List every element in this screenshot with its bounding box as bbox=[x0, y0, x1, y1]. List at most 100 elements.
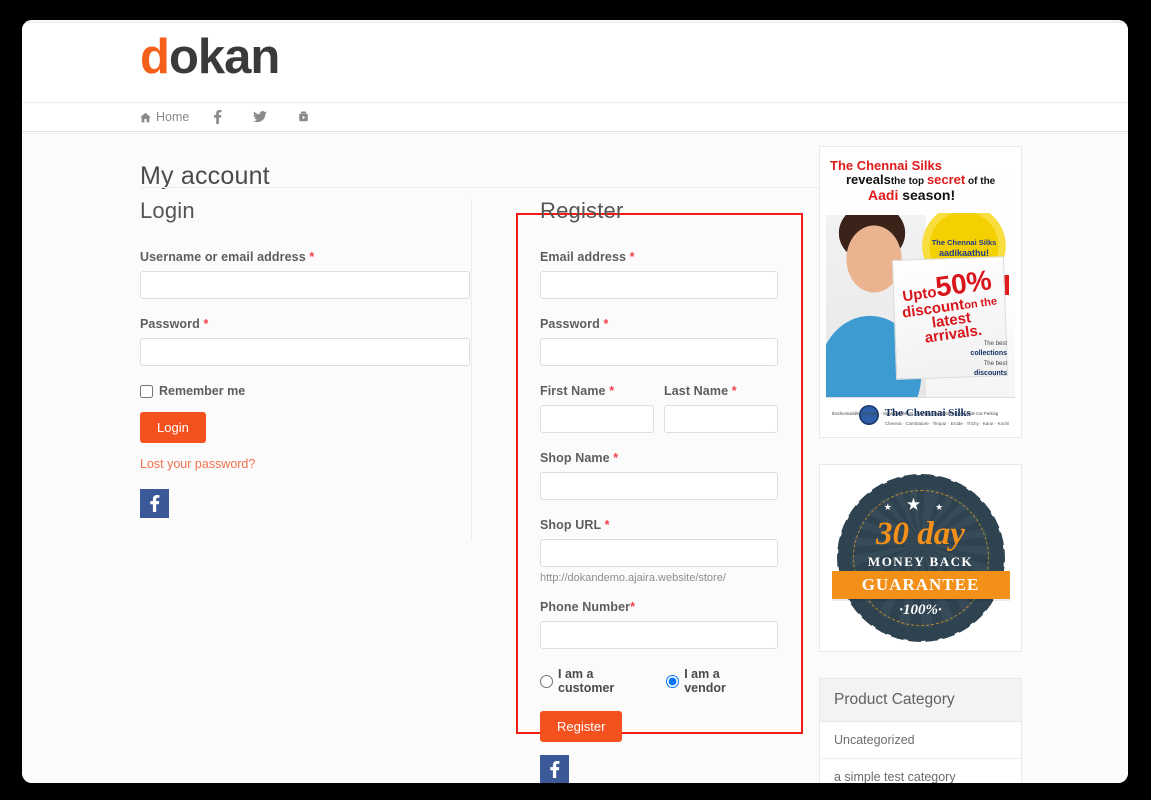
register-form: Register Email address * Password * Firs… bbox=[540, 198, 778, 783]
first-name-input[interactable] bbox=[540, 405, 654, 433]
facebook-icon bbox=[213, 110, 222, 124]
facebook-icon bbox=[550, 761, 560, 778]
badge-graphic: ★★★ 30 day MONEY BACK GUARANTEE ·100%· bbox=[831, 474, 1010, 642]
badge-guarantee-ribbon: GUARANTEE bbox=[831, 571, 1010, 599]
youtube-icon bbox=[298, 111, 309, 123]
ad-headline-line1: The Chennai Silks bbox=[830, 158, 942, 173]
username-label: Username or email address * bbox=[140, 250, 315, 264]
register-button[interactable]: Register bbox=[540, 711, 623, 742]
username-input[interactable] bbox=[140, 271, 470, 299]
shop-url-field-block: Shop URL * http://dokandemo.ajaira.websi… bbox=[540, 518, 778, 584]
login-button[interactable]: Login bbox=[140, 412, 206, 443]
product-category-widget: Product Category Uncategorized a simple … bbox=[819, 678, 1022, 783]
shop-name-label: Shop Name * bbox=[540, 451, 619, 465]
login-form: Login Username or email address * Passwo… bbox=[140, 198, 470, 518]
ad-footer-left: thechennaisilks Sri Vaaru · Valasaravakk… bbox=[832, 411, 999, 417]
twitter-icon bbox=[253, 111, 268, 123]
shop-url-hint: http://dokandemo.ajaira.website/store/ bbox=[540, 572, 726, 584]
main-navigation: Home bbox=[22, 102, 1128, 132]
page-body: My account Login Username or email addre… bbox=[22, 133, 1128, 783]
lost-password-link[interactable]: Lost your password? bbox=[140, 457, 470, 471]
phone-label: Phone Number* bbox=[540, 600, 636, 614]
shop-url-label: Shop URL * bbox=[540, 518, 610, 532]
column-divider bbox=[471, 198, 472, 541]
logo-bar: dokan bbox=[22, 24, 1128, 102]
login-heading: Login bbox=[140, 198, 195, 223]
email-label: Email address * bbox=[540, 250, 635, 264]
top-band bbox=[22, 20, 1128, 23]
remember-me-checkbox[interactable] bbox=[140, 384, 153, 398]
required-marker: * bbox=[609, 384, 615, 398]
ad-footer-subtitle: Chennai · Coimbatore · Tirupur · Erode ·… bbox=[884, 421, 1009, 426]
sidebar: The Chennai Silks revealsthe top secret … bbox=[819, 146, 1022, 783]
last-name-input[interactable] bbox=[664, 405, 778, 433]
shop-name-input[interactable] bbox=[540, 472, 778, 500]
login-password-input[interactable] bbox=[140, 338, 470, 366]
badge-days-text: 30 day bbox=[876, 516, 965, 552]
first-name-label: First Name * bbox=[540, 384, 615, 398]
required-marker: * bbox=[309, 250, 315, 264]
required-marker: * bbox=[604, 518, 610, 532]
category-label: Uncategorized bbox=[834, 733, 915, 747]
name-row: First Name * Last Name * bbox=[540, 384, 778, 433]
shop-name-field-block: Shop Name * bbox=[540, 451, 778, 500]
register-heading: Register bbox=[540, 198, 624, 223]
role-selection-row: I am a customer I am a vendor bbox=[540, 667, 778, 695]
required-marker: * bbox=[613, 451, 619, 465]
remember-me-row: Remember me bbox=[140, 384, 470, 398]
register-facebook-button[interactable] bbox=[540, 755, 569, 783]
nav-item-youtube[interactable] bbox=[298, 103, 314, 131]
logo-letter-d: d bbox=[140, 30, 170, 84]
required-marker: * bbox=[203, 317, 209, 331]
site-logo[interactable]: dokan bbox=[140, 30, 280, 84]
remember-me-label[interactable]: Remember me bbox=[159, 384, 245, 398]
required-marker: * bbox=[629, 250, 635, 264]
ad-bag-text: Upto50% discounton the latest arrivals. bbox=[900, 264, 998, 347]
ad-headline: The Chennai Silks revealsthe top secret … bbox=[830, 158, 1015, 203]
last-name-field-block: Last Name * bbox=[664, 384, 778, 433]
nav-item-home-label: Home bbox=[156, 110, 190, 124]
first-name-field-block: First Name * bbox=[540, 384, 654, 433]
ad-footer: thechennaisilks Sri Vaaru · Valasaravakk… bbox=[826, 397, 1015, 431]
home-icon bbox=[140, 112, 151, 123]
phone-field-block: Phone Number* bbox=[540, 600, 778, 649]
nav-item-twitter[interactable] bbox=[253, 103, 272, 131]
badge-percent-text: ·100%· bbox=[899, 602, 942, 618]
login-password-field-block: Password * bbox=[140, 317, 470, 366]
login-password-label: Password * bbox=[140, 317, 209, 331]
ad-headline-line3: Aadi season! bbox=[868, 186, 956, 203]
register-password-input[interactable] bbox=[540, 338, 778, 366]
register-password-field-block: Password * bbox=[540, 317, 778, 366]
facebook-icon bbox=[150, 495, 160, 512]
money-back-guarantee-badge: ★★★ 30 day MONEY BACK GUARANTEE ·100%· bbox=[819, 464, 1022, 652]
phone-input[interactable] bbox=[540, 621, 778, 649]
nav-item-home[interactable]: Home bbox=[140, 103, 189, 131]
advertisement-banner[interactable]: The Chennai Silks revealsthe top secret … bbox=[819, 146, 1022, 438]
role-vendor-radio[interactable] bbox=[666, 674, 680, 688]
required-marker: * bbox=[731, 384, 737, 398]
ad-best-collections: The best collections The best discounts bbox=[970, 341, 1007, 377]
required-marker: * bbox=[603, 317, 609, 331]
role-customer-radio[interactable] bbox=[540, 674, 553, 688]
email-input[interactable] bbox=[540, 271, 778, 299]
badge-stars-icon: ★★★ bbox=[883, 495, 958, 514]
nav-item-facebook[interactable] bbox=[213, 103, 227, 131]
badge-money-back-text: MONEY BACK bbox=[867, 554, 974, 569]
required-marker: * bbox=[630, 600, 636, 614]
login-facebook-button[interactable] bbox=[140, 489, 169, 518]
category-item-uncategorized[interactable]: Uncategorized bbox=[820, 722, 1021, 759]
register-password-label: Password * bbox=[540, 317, 609, 331]
ad-headline-line2: revealsthe top secret of the bbox=[846, 172, 996, 188]
email-field-block: Email address * bbox=[540, 250, 778, 299]
ad-inner: The Chennai Silks revealsthe top secret … bbox=[826, 153, 1015, 431]
shop-url-input[interactable] bbox=[540, 539, 778, 567]
logo-rest: okan bbox=[168, 30, 280, 84]
role-vendor-label[interactable]: I am a vendor bbox=[684, 667, 764, 695]
product-category-title: Product Category bbox=[820, 679, 1021, 722]
category-label: a simple test category bbox=[834, 770, 956, 783]
role-customer-label[interactable]: I am a customer bbox=[558, 667, 652, 695]
browser-frame: dokan Home My account Login Username or … bbox=[22, 20, 1128, 783]
category-item-simple-test-category[interactable]: a simple test category bbox=[820, 759, 1021, 783]
username-field-block: Username or email address * bbox=[140, 250, 470, 299]
last-name-label: Last Name * bbox=[664, 384, 737, 398]
